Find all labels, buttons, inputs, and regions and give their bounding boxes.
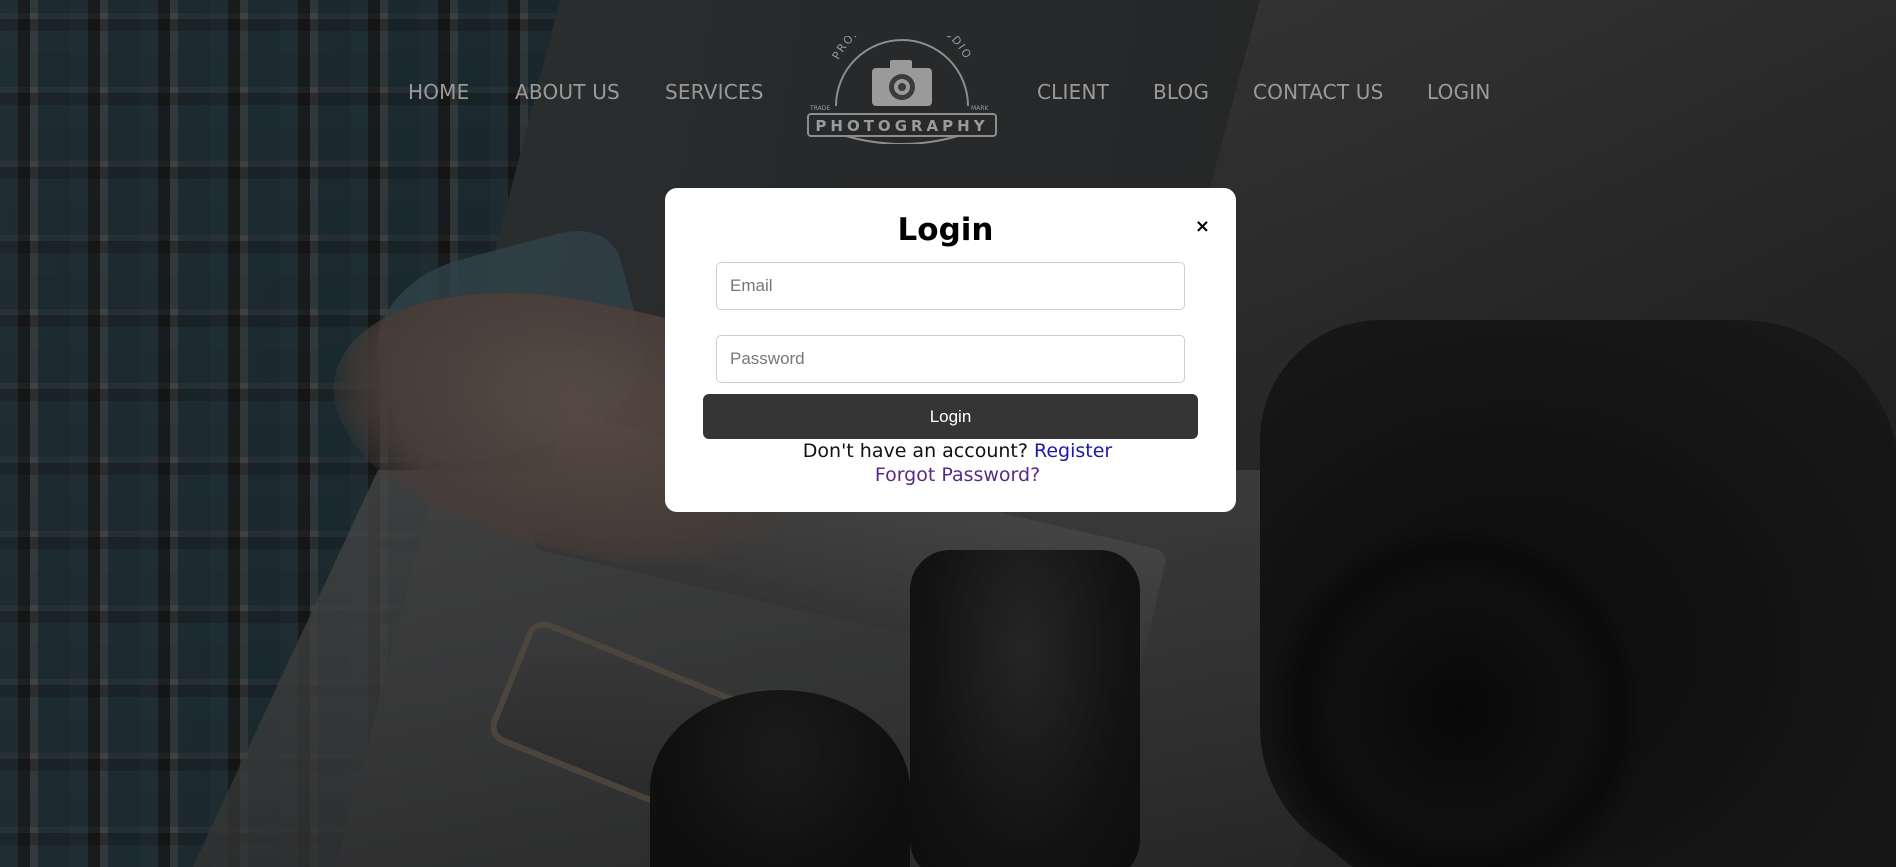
register-link[interactable]: Register [1034,440,1112,462]
no-account-text: Don't have an account? [802,440,1028,462]
email-field[interactable] [716,262,1185,310]
nav-client[interactable]: CLIENT [1037,80,1109,104]
nav-services[interactable]: SERVICES [665,80,764,104]
register-prompt: Don't have an account? Register [665,440,1236,462]
photography-logo[interactable]: PROFESSIONAL STUDIO TRADE MARK PHOTOGRAP… [806,36,998,144]
main-nav: HOME ABOUT US SERVICES PROFESSIONAL STUD… [0,0,1896,150]
nav-about-us[interactable]: ABOUT US [515,80,620,104]
forgot-password-link[interactable]: Forgot Password? [875,464,1040,486]
logo-wordmark: PHOTOGRAPHY [815,117,988,135]
nav-contact-us[interactable]: CONTACT US [1253,80,1384,104]
login-button[interactable]: Login [703,394,1198,439]
nav-blog[interactable]: BLOG [1153,80,1209,104]
camera-icon [872,60,932,106]
forgot-password-row: Forgot Password? [665,464,1236,486]
login-modal: Login × Login Don't have an account? Reg… [665,188,1236,512]
modal-title: Login [897,212,994,248]
logo-mark-text: MARK [971,105,989,112]
nav-login[interactable]: LOGIN [1427,80,1491,104]
nav-home[interactable]: HOME [408,80,469,104]
logo-trade-text: TRADE [809,105,830,112]
password-field[interactable] [716,335,1185,383]
close-icon[interactable]: × [1195,218,1210,236]
